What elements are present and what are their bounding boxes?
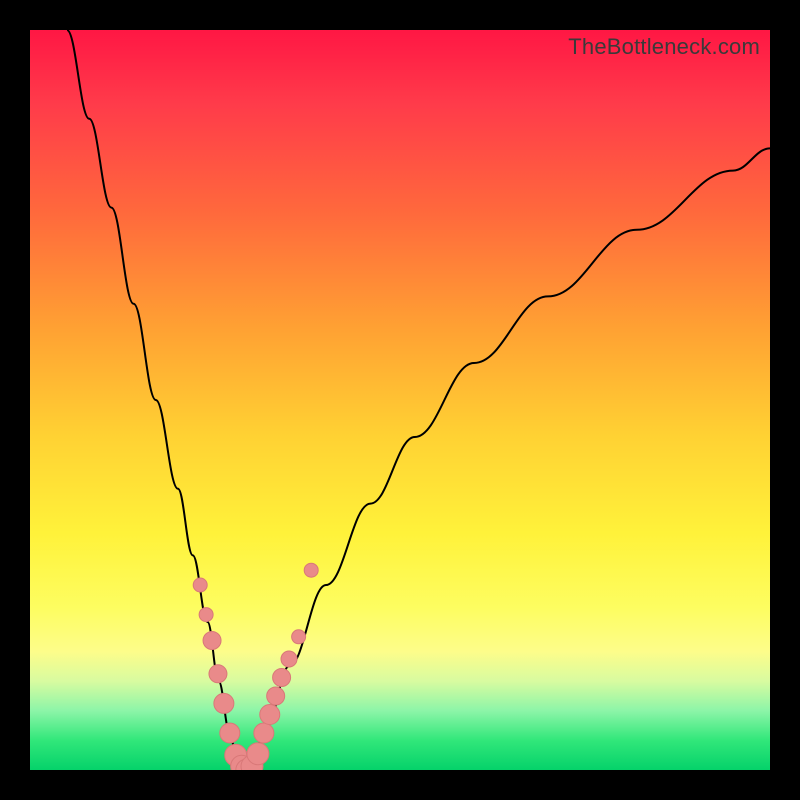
data-marker (292, 630, 306, 644)
chart-area: TheBottleneck.com (30, 30, 770, 770)
data-marker (214, 693, 234, 713)
marker-group (193, 563, 318, 770)
data-marker (281, 651, 297, 667)
data-marker (247, 743, 269, 765)
bottleneck-plot (30, 30, 770, 770)
data-marker (273, 669, 291, 687)
data-marker (304, 563, 318, 577)
data-marker (260, 705, 280, 725)
data-marker (254, 723, 274, 743)
watermark-text: TheBottleneck.com (568, 34, 760, 60)
data-marker (209, 665, 227, 683)
bottleneck-curve (67, 30, 770, 770)
data-marker (220, 723, 240, 743)
data-marker (193, 578, 207, 592)
data-marker (199, 608, 213, 622)
data-marker (267, 687, 285, 705)
data-marker (203, 632, 221, 650)
